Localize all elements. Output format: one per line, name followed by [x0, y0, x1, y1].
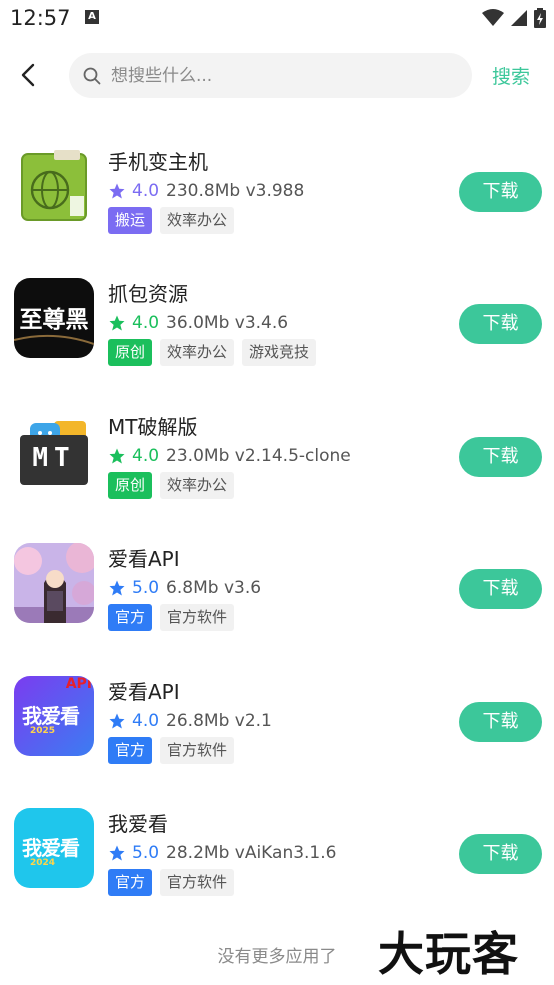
download-button[interactable]: 下载: [459, 304, 542, 345]
back-button[interactable]: [14, 60, 42, 90]
app-rating: 4.0: [132, 710, 160, 731]
app-item[interactable]: MT MT破解版 4.0 23.0Mb v2.14.5-clone 原创 效率办…: [0, 391, 554, 523]
app-name: 我爱看: [108, 811, 168, 836]
search-button[interactable]: 搜索: [492, 62, 530, 89]
app-item[interactable]: 至尊黑 抓包资源 4.0 36.0Mb v3.4.6 原创 效率办公 游戏竞技 …: [0, 258, 554, 390]
download-button[interactable]: 下载: [459, 436, 542, 477]
star-icon: [108, 844, 126, 862]
search-box[interactable]: [69, 53, 472, 98]
app-size-version: 6.8Mb v3.6: [166, 578, 262, 599]
download-button[interactable]: 下载: [459, 833, 542, 874]
app-icon-woaikan[interactable]: 我爱看 2024: [14, 807, 94, 888]
app-name: 爱看API: [108, 679, 180, 704]
app-item[interactable]: 我爱看 2024 我爱看 5.0 28.2Mb vAiKan3.1.6 官方 官…: [0, 788, 554, 920]
star-icon: [108, 447, 126, 465]
download-button[interactable]: 下载: [459, 701, 542, 742]
app-icon-anime-girl[interactable]: [14, 543, 94, 624]
app-rating: 4.0: [132, 313, 160, 334]
app-icon-badge: API: [65, 675, 92, 692]
star-icon: [108, 579, 126, 597]
app-size-version: 36.0Mb v3.4.6: [166, 313, 289, 334]
app-name: 手机变主机: [108, 150, 208, 174]
app-icon-label: 我爱看: [22, 703, 80, 728]
app-icon-mt[interactable]: MT: [14, 410, 94, 491]
star-icon: [108, 314, 126, 332]
app-rating: 5.0: [132, 842, 160, 863]
tag-category: 效率办公: [160, 471, 235, 499]
app-icon-dark-text[interactable]: 至尊黑: [14, 278, 94, 359]
download-button[interactable]: 下载: [459, 172, 542, 212]
tag-primary: 官方: [108, 868, 153, 896]
app-name: MT破解版: [108, 414, 198, 439]
tag-primary: 原创: [108, 471, 153, 499]
app-name: 抓包资源: [108, 282, 188, 307]
tag-category: 游戏竞技: [242, 339, 317, 367]
app-icon-woaikan-api[interactable]: API 我爱看 2025: [14, 675, 94, 756]
app-size-version: 26.8Mb v2.1: [166, 710, 272, 731]
wifi-icon: [482, 9, 504, 26]
star-icon: [108, 182, 126, 200]
tag-category: 官方软件: [160, 868, 235, 896]
download-button[interactable]: 下载: [459, 569, 542, 610]
app-icon-year: 2024: [30, 857, 56, 868]
tag-primary: 官方: [108, 736, 153, 764]
tag-category: 官方软件: [160, 736, 235, 764]
app-icon-label: 我爱看: [22, 835, 80, 860]
star-icon: [108, 712, 126, 730]
chevron-left-icon: [21, 63, 35, 87]
search-icon: [83, 67, 101, 85]
header: 搜索: [0, 50, 554, 100]
app-size-version: 28.2Mb vAiKan3.1.6: [166, 842, 337, 863]
tag-primary: 原创: [108, 339, 153, 367]
app-list: 手机变主机 4.0 230.8Mb v3.988 搬运 效率办公 下载 至尊黑 …: [0, 126, 554, 920]
tag-primary: 官方: [108, 604, 153, 632]
app-item[interactable]: 手机变主机 4.0 230.8Mb v3.988 搬运 效率办公 下载: [0, 126, 554, 258]
app-rating: 5.0: [132, 578, 160, 599]
app-rating: 4.0: [132, 181, 160, 201]
app-size-version: 23.0Mb v2.14.5-clone: [166, 445, 351, 466]
tag-category: 官方软件: [160, 604, 235, 632]
tag-primary: 搬运: [108, 207, 153, 234]
cell-signal-icon: [511, 10, 527, 26]
search-input[interactable]: [109, 64, 453, 87]
app-item[interactable]: API 我爱看 2025 爱看API 4.0 26.8Mb v2.1 官方 官方…: [0, 656, 554, 788]
app-item[interactable]: 爱看API 5.0 6.8Mb v3.6 官方 官方软件 下载: [0, 523, 554, 655]
battery-icon: [534, 8, 546, 28]
status-time: 12:57: [10, 6, 71, 30]
notification-a-icon: A: [85, 10, 99, 24]
app-rating: 4.0: [132, 445, 160, 466]
tag-category: 效率办公: [160, 207, 235, 234]
app-name: 爱看API: [108, 547, 180, 572]
app-icon-year: 2025: [30, 725, 56, 736]
app-icon-folder-globe[interactable]: [14, 146, 94, 226]
status-bar: 12:57 A: [0, 0, 554, 38]
app-icon-label: MT: [32, 442, 76, 473]
watermark-logo: 大玩客: [378, 927, 519, 981]
tag-category: 效率办公: [160, 339, 235, 367]
app-size-version: 230.8Mb v3.988: [166, 181, 305, 201]
